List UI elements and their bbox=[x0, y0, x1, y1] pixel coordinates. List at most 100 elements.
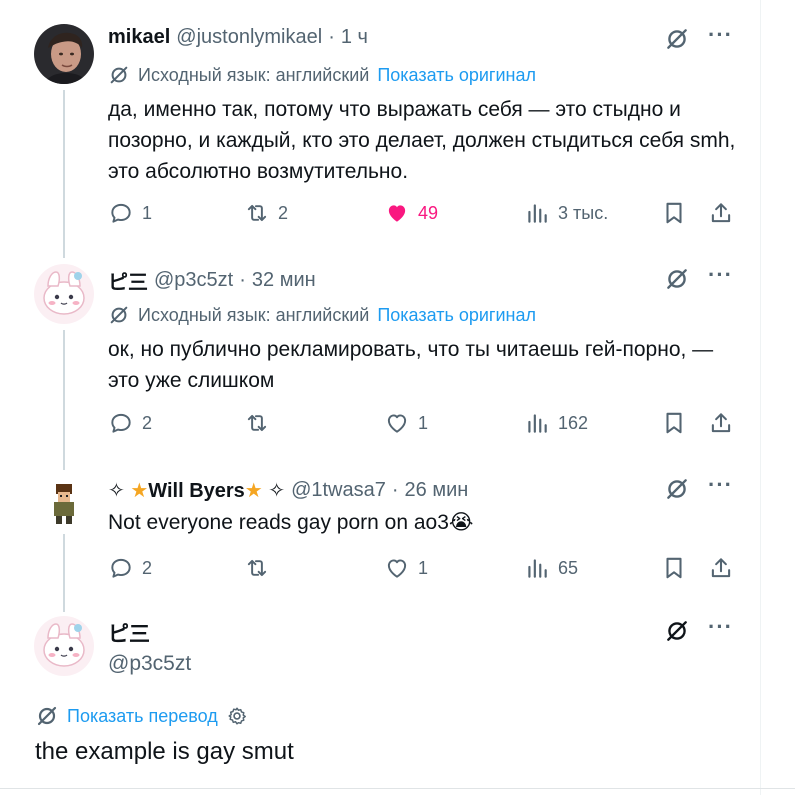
share-button[interactable] bbox=[708, 555, 742, 581]
share-icon bbox=[708, 410, 734, 436]
avatar[interactable] bbox=[34, 264, 94, 324]
like-count: 49 bbox=[418, 202, 439, 223]
views-button[interactable]: 162 bbox=[524, 410, 588, 436]
views-button[interactable]: 3 тыс. bbox=[524, 200, 608, 226]
share-icon bbox=[708, 200, 734, 226]
display-name[interactable]: ✧ ★Will Byers★ ✧ bbox=[108, 478, 285, 503]
tweet-top-actions: ··· bbox=[664, 24, 733, 52]
thread-connector bbox=[63, 330, 65, 470]
avatar[interactable] bbox=[34, 24, 94, 84]
bookmark-icon bbox=[661, 200, 687, 226]
like-button[interactable]: 49 bbox=[384, 200, 438, 226]
avatar[interactable] bbox=[34, 616, 94, 676]
crying-face-emoji-icon: 😭 bbox=[448, 511, 474, 534]
column-border bbox=[760, 0, 761, 795]
avatar[interactable] bbox=[34, 474, 94, 534]
reply-count: 1 bbox=[142, 202, 153, 223]
bookmark-button[interactable] bbox=[661, 555, 695, 581]
grok-slash-icon[interactable] bbox=[664, 26, 690, 52]
views-count: 65 bbox=[558, 557, 579, 578]
source-language-note: Исходный язык: английский bbox=[138, 304, 370, 325]
more-icon[interactable]: ··· bbox=[708, 264, 733, 286]
like-count: 1 bbox=[418, 557, 429, 578]
separator-dot: · bbox=[391, 479, 399, 501]
user-handle[interactable]: @p3c5zt bbox=[154, 269, 233, 292]
tweet-text: Not everyone reads gay porn on ao3😭 bbox=[108, 507, 748, 538]
display-name[interactable]: mikael bbox=[108, 26, 170, 49]
heart-icon bbox=[384, 200, 410, 226]
gear-icon[interactable] bbox=[226, 705, 248, 727]
bookmark-button[interactable] bbox=[661, 410, 695, 436]
separator-dot: · bbox=[239, 269, 246, 291]
display-name[interactable]: ピ三 bbox=[108, 266, 148, 295]
like-button[interactable]: 1 bbox=[384, 410, 428, 436]
reply-count: 2 bbox=[142, 557, 153, 578]
user-handle[interactable]: @p3c5zt bbox=[108, 652, 191, 676]
tweet-top-actions: ··· bbox=[664, 474, 733, 502]
timestamp[interactable]: 1 ч bbox=[341, 26, 368, 49]
bookmark-icon bbox=[661, 410, 687, 436]
grok-slash-icon[interactable] bbox=[664, 618, 690, 644]
repost-icon bbox=[244, 200, 270, 226]
timestamp[interactable]: 26 мин bbox=[405, 479, 469, 502]
reply-count: 2 bbox=[142, 412, 153, 433]
translation-note: Исходный язык: английский Показать ориги… bbox=[108, 304, 536, 326]
tweet-text: да, именно так, потому что выражать себя… bbox=[108, 98, 736, 183]
show-original-link[interactable]: Показать оригинал bbox=[377, 305, 536, 326]
views-icon bbox=[524, 555, 550, 581]
reply-icon bbox=[108, 555, 134, 581]
repost-icon bbox=[244, 555, 270, 581]
reply-button[interactable]: 2 bbox=[108, 555, 152, 581]
repost-count: 2 bbox=[278, 202, 289, 223]
grok-slash-icon[interactable] bbox=[664, 266, 690, 292]
star-emoji-icon: ★ bbox=[244, 480, 263, 502]
reply-icon bbox=[108, 410, 134, 436]
views-count: 3 тыс. bbox=[558, 202, 609, 223]
user-handle[interactable]: @justonlymikael bbox=[176, 26, 322, 49]
name-sparkle-right: ✧ bbox=[268, 480, 286, 502]
timestamp[interactable]: 32 мин bbox=[252, 269, 316, 292]
like-button[interactable]: 1 bbox=[384, 555, 428, 581]
like-count: 1 bbox=[418, 412, 429, 433]
tweet-text-content: Not everyone reads gay porn on ao3 bbox=[108, 511, 449, 534]
views-icon bbox=[524, 200, 550, 226]
bottom-divider bbox=[0, 788, 795, 789]
show-original-link[interactable]: Показать оригинал bbox=[377, 65, 536, 86]
timeline: mikael @justonlymikael · 1 ч ··· Исходны… bbox=[0, 0, 795, 795]
views-icon bbox=[524, 410, 550, 436]
tweet-top-actions: ··· bbox=[664, 264, 733, 292]
thread-connector bbox=[63, 90, 65, 258]
share-button[interactable] bbox=[708, 410, 742, 436]
tweet-header: ピ三 @p3c5zt · 32 мин bbox=[108, 266, 316, 295]
more-icon[interactable]: ··· bbox=[708, 474, 733, 496]
share-button[interactable] bbox=[708, 200, 742, 226]
show-translation[interactable]: Показать перевод bbox=[35, 704, 248, 728]
grok-slash-icon[interactable] bbox=[664, 476, 690, 502]
translate-icon bbox=[108, 304, 130, 326]
heart-icon bbox=[384, 410, 410, 436]
name-core: Will Byers bbox=[148, 480, 245, 502]
reply-button[interactable]: 2 bbox=[108, 410, 152, 436]
reply-icon bbox=[108, 200, 134, 226]
more-icon[interactable]: ··· bbox=[708, 616, 733, 638]
more-icon[interactable]: ··· bbox=[708, 24, 733, 46]
user-handle[interactable]: @1twasa7 bbox=[291, 479, 386, 502]
repost-button[interactable] bbox=[244, 410, 278, 436]
tweet-text: the example is gay smut bbox=[35, 738, 294, 765]
translation-note: Исходный язык: английский Показать ориги… bbox=[108, 64, 536, 86]
share-icon bbox=[708, 555, 734, 581]
display-name[interactable]: ピ三 bbox=[108, 618, 150, 648]
translate-icon bbox=[35, 704, 59, 728]
reply-button[interactable]: 1 bbox=[108, 200, 152, 226]
thread-connector bbox=[63, 528, 65, 612]
views-count: 162 bbox=[558, 412, 589, 433]
tweet-header: mikael @justonlymikael · 1 ч bbox=[108, 26, 368, 49]
star-emoji-icon: ★ bbox=[130, 480, 149, 502]
repost-button[interactable]: 2 bbox=[244, 200, 288, 226]
views-button[interactable]: 65 bbox=[524, 555, 578, 581]
tweet-header: ✧ ★Will Byers★ ✧ @1twasa7 · 26 мин bbox=[108, 478, 468, 503]
repost-button[interactable] bbox=[244, 555, 278, 581]
bookmark-button[interactable] bbox=[661, 200, 695, 226]
repost-icon bbox=[244, 410, 270, 436]
show-translation-link[interactable]: Показать перевод bbox=[67, 706, 218, 727]
